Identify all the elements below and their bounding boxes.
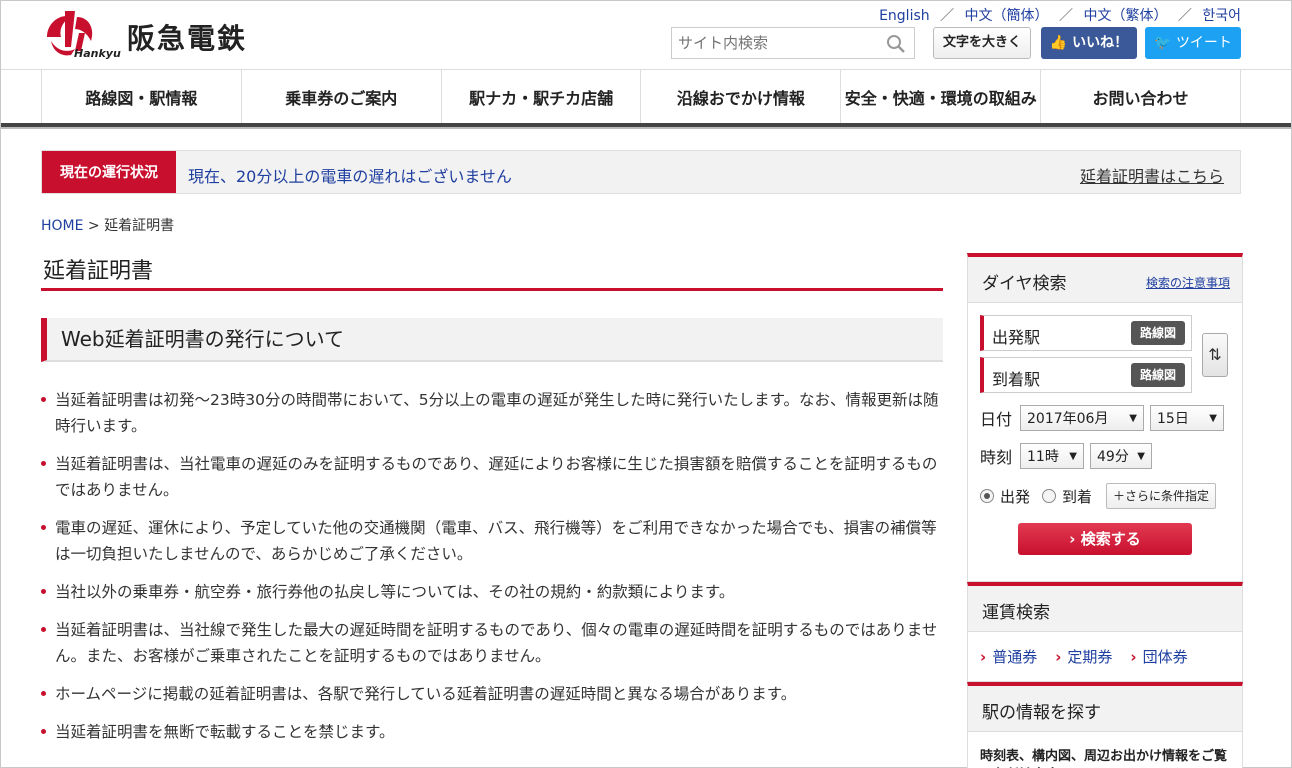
fare-search-title: 運賃検索 xyxy=(982,603,1050,623)
month-select[interactable]: 2017年06月 ▼ xyxy=(1020,405,1144,431)
status-badge: 現在の運行状況 xyxy=(42,151,176,193)
search-icon[interactable] xyxy=(886,34,906,54)
tweet-button[interactable]: 🐦 ツイート xyxy=(1145,27,1241,59)
hankyu-logo[interactable]: Hankyu 阪急電鉄 xyxy=(41,7,261,63)
arrival-route-map-button[interactable]: 路線図 xyxy=(1131,363,1185,387)
list-item: 当延着証明書は、当社線で発生した最大の遅延時間を証明するものであり、個々の電車の… xyxy=(41,617,941,669)
list-item: ホームページに掲載の延着証明書は、各駅で発行している延着証明書の遅延時間と異なる… xyxy=(41,681,941,707)
date-label: 日付 xyxy=(980,410,1013,429)
lang-english[interactable]: English xyxy=(879,8,930,24)
delay-certificate-link[interactable]: 延着証明書はこちら xyxy=(1080,163,1224,187)
minute-select[interactable]: 49分 ▼ xyxy=(1090,443,1152,469)
chevron-down-icon: ▼ xyxy=(1137,450,1145,462)
depart-radio[interactable] xyxy=(980,489,994,503)
hour-value: 11時 xyxy=(1027,449,1059,465)
lang-zh-hans[interactable]: 中文（簡体） xyxy=(965,8,1049,24)
nav-item-route-map[interactable]: 路線図・駅情報 xyxy=(42,70,242,123)
twitter-bird-icon: 🐦 xyxy=(1154,35,1176,51)
lang-korean[interactable]: 한국어 xyxy=(1202,8,1241,24)
month-value: 2017年06月 xyxy=(1027,411,1109,427)
facebook-like-button[interactable]: 👍 いいね！ xyxy=(1041,27,1137,59)
hour-select[interactable]: 11時 ▼ xyxy=(1020,443,1084,469)
fare-search-panel: 運賃検索 普通券 定期券 団体券 xyxy=(967,582,1243,682)
nav-item-tickets[interactable]: 乗車券のご案内 xyxy=(242,70,442,123)
chevron-down-icon: ▼ xyxy=(1069,450,1077,462)
minute-value: 49分 xyxy=(1097,449,1129,465)
departure-route-map-button[interactable]: 路線図 xyxy=(1131,321,1185,345)
day-value: 15日 xyxy=(1157,411,1189,427)
section-title: Web延着証明書の発行について xyxy=(41,318,943,362)
sidebar: ダイヤ検索 検索の注意事項 出発駅 路線図 到着駅 路線図 ⇅ 日付 2017年… xyxy=(967,253,1243,768)
timetable-search-button[interactable]: › 検索する xyxy=(1018,523,1192,555)
tweet-label: ツイート xyxy=(1175,35,1232,51)
timetable-search-panel: ダイヤ検索 検索の注意事項 出発駅 路線図 到着駅 路線図 ⇅ 日付 2017年… xyxy=(967,253,1243,582)
lang-separator: ／ xyxy=(940,8,955,24)
list-item: 当社以外の乗車券・航空券・旅行券他の払戻し等については、その社の規約・約款類によ… xyxy=(41,579,941,605)
operation-status-bar: 現在の運行状況 現在、20分以上の電車の遅れはございません 延着証明書はこちら xyxy=(41,150,1241,194)
station-info-panel: 駅の情報を探す 時刻表、構内図、周辺お出かけ情報をご覧いただけます。 xyxy=(967,682,1243,768)
site-search xyxy=(671,27,915,59)
more-conditions-button[interactable]: ＋さらに条件指定 xyxy=(1106,483,1217,509)
timetable-search-title: ダイヤ検索 xyxy=(982,274,1067,294)
font-size-button[interactable]: 文字を大きく xyxy=(933,27,1031,59)
lang-zh-hant[interactable]: 中文（繁体） xyxy=(1083,8,1167,24)
arrival-station-label: 到着駅 xyxy=(992,370,1041,389)
breadcrumb: HOME > 延着証明書 xyxy=(41,215,174,235)
list-item: 当延着証明書は、当社電車の遅延のみを証明するものであり、遅延によりお客様に生じた… xyxy=(41,451,941,503)
search-input[interactable] xyxy=(672,28,872,58)
arrive-radio[interactable] xyxy=(1042,489,1057,503)
status-message[interactable]: 現在、20分以上の電車の遅れはございません xyxy=(188,163,512,187)
lang-separator: ／ xyxy=(1177,8,1192,24)
like-label: いいね！ xyxy=(1072,35,1129,51)
depart-arrive-toggle: 出発 到着 ＋さらに条件指定 xyxy=(980,483,1230,509)
list-item: 当延着証明書は初発～23時30分の時間帯において、5分以上の電車の遅延が発生した… xyxy=(41,387,941,439)
station-info-title: 駅の情報を探す xyxy=(982,703,1101,723)
language-links: English ／ 中文（簡体） ／ 中文（繁体） ／ 한국어 xyxy=(873,5,1241,25)
arrival-station-field[interactable]: 到着駅 路線図 xyxy=(980,357,1192,393)
nav-item-outings[interactable]: 沿線おでかけ情報 xyxy=(641,70,842,123)
time-row: 時刻 11時 ▼ 49分 ▼ xyxy=(980,443,1230,469)
logo-subtext: Hankyu xyxy=(74,47,121,60)
fare-link-commuter[interactable]: 定期券 xyxy=(1055,646,1112,667)
site-header: Hankyu 阪急電鉄 English ／ 中文（簡体） ／ 中文（繁体） ／ … xyxy=(1,1,1291,69)
departure-station-label: 出発駅 xyxy=(992,328,1041,347)
departure-station-field[interactable]: 出発駅 路線図 xyxy=(980,315,1192,351)
thumbs-up-icon: 👍 xyxy=(1049,35,1073,51)
chevron-down-icon: ▼ xyxy=(1209,412,1217,424)
swap-stations-icon[interactable]: ⇅ xyxy=(1202,333,1228,377)
search-button-label: 検索する xyxy=(1080,530,1141,548)
search-notice-link[interactable]: 検索の注意事項 xyxy=(1146,274,1230,291)
lang-separator: ／ xyxy=(1059,8,1073,24)
date-row: 日付 2017年06月 ▼ 15日 ▼ xyxy=(980,405,1230,431)
day-select[interactable]: 15日 ▼ xyxy=(1150,405,1224,431)
page-title: 延着証明書 xyxy=(41,253,943,291)
list-item: 電車の遅延、運休により、予定していた他の交通機関（電車、バス、飛行機等）をご利用… xyxy=(41,515,941,567)
time-label: 時刻 xyxy=(980,448,1013,467)
nav-item-contact[interactable]: お問い合わせ xyxy=(1041,70,1241,123)
nav-item-safety[interactable]: 安全・快適・環境の取組み xyxy=(841,70,1042,123)
list-item: 当延着証明書を無断で転載することを禁じます。 xyxy=(41,719,941,745)
breadcrumb-home[interactable]: HOME xyxy=(41,218,83,234)
nav-divider xyxy=(1,127,1291,129)
global-nav: 路線図・駅情報 乗車券のご案内 駅ナカ・駅チカ店舗 沿線おでかけ情報 安全・快適… xyxy=(1,69,1291,127)
station-info-text: 時刻表、構内図、周辺お出かけ情報をご覧いただけます。 xyxy=(980,749,1228,768)
nav-item-shops[interactable]: 駅ナカ・駅チカ店舗 xyxy=(442,70,642,123)
breadcrumb-current: 延着証明書 xyxy=(104,218,175,234)
logo-name: 阪急電鉄 xyxy=(127,22,248,55)
depart-radio-label: 出発 xyxy=(1000,487,1031,506)
arrive-radio-label: 到着 xyxy=(1062,487,1093,506)
breadcrumb-separator: > xyxy=(83,218,105,234)
fare-link-group[interactable]: 団体券 xyxy=(1130,646,1188,667)
notes-list: 当延着証明書は初発～23時30分の時間帯において、5分以上の電車の遅延が発生した… xyxy=(41,387,941,757)
fare-link-regular[interactable]: 普通券 xyxy=(980,646,1037,667)
chevron-down-icon: ▼ xyxy=(1129,412,1137,424)
chevron-right-icon: › xyxy=(1069,530,1081,548)
fare-links: 普通券 定期券 団体券 xyxy=(968,632,1242,681)
